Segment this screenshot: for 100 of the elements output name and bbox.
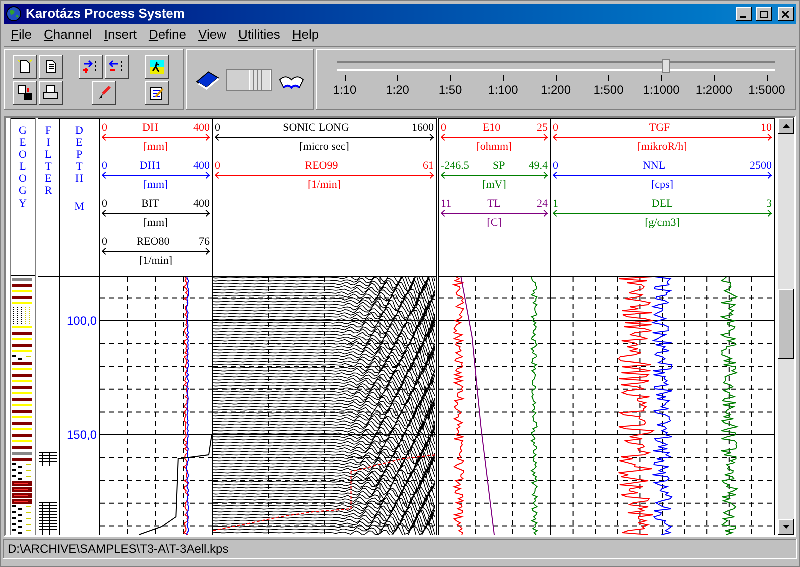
scale-min: 11 <box>441 198 452 210</box>
scale-max: 3 <box>766 198 772 210</box>
depth-label: 150,0 <box>66 429 97 441</box>
menu-item[interactable]: View <box>192 25 232 45</box>
scale-max: 10 <box>761 122 772 134</box>
scrollbar-thumb[interactable] <box>778 289 794 359</box>
insert-track-icon <box>83 58 99 74</box>
printer-icon <box>43 84 59 100</box>
menu-item[interactable]: Channel <box>38 25 98 45</box>
scale-max: 49.4 <box>528 160 548 172</box>
menu-item[interactable]: Insert <box>98 25 143 45</box>
scale-max: 400 <box>193 122 210 134</box>
down-arrow-icon <box>782 525 790 529</box>
printer-button[interactable] <box>39 80 63 104</box>
menu-item[interactable]: File <box>5 25 38 45</box>
scale-min: 0 <box>102 122 108 134</box>
scale-label: 1:10 <box>333 82 357 98</box>
curve-name: DH1 <box>140 160 162 172</box>
menu-item[interactable]: Utilities <box>232 25 286 45</box>
closed-book-icon <box>195 70 220 90</box>
scale-label: 1:2000 <box>696 82 733 98</box>
scale-min: 0 <box>553 122 558 134</box>
curve-name: NNL <box>642 160 666 172</box>
scale-min: 0 <box>102 236 108 248</box>
scale-min: 0 <box>553 160 558 172</box>
scale-max: 2500 <box>750 160 772 172</box>
scale-label: 1:50 <box>438 82 462 98</box>
curve-unit: [1/min] <box>308 179 341 192</box>
minimize-button[interactable] <box>736 7 752 21</box>
curve-unit: [mm] <box>144 141 168 154</box>
curve-name: REO80 <box>136 236 170 248</box>
curve-name: SONIC LONG <box>283 122 350 134</box>
scale-min: 0 <box>102 198 108 210</box>
insert-track-button[interactable] <box>79 54 103 78</box>
vertical-scrollbar[interactable] <box>778 118 794 535</box>
scale-label: 1:200 <box>540 82 572 98</box>
scale-max: 25 <box>536 122 548 134</box>
curve-unit: [mV] <box>482 179 506 192</box>
save-to-disk-button[interactable] <box>13 80 37 104</box>
menu-item[interactable]: Define <box>142 25 193 45</box>
curve-unit: [C] <box>487 217 502 230</box>
curve-name: DH <box>142 122 158 134</box>
depth-header: DEPTH <box>75 125 84 186</box>
scale-max: 76 <box>199 236 210 248</box>
curve-unit: [mikroR/h] <box>638 141 688 154</box>
curve-name: TL <box>488 198 502 210</box>
curve-name: E10 <box>482 122 501 134</box>
running-figure-icon <box>149 58 165 74</box>
close-icon <box>782 10 790 18</box>
paintbrush-button[interactable] <box>92 80 116 104</box>
running-figure-button[interactable] <box>145 54 169 78</box>
scale-max: 400 <box>193 160 210 172</box>
depth-label: 100,0 <box>66 315 97 327</box>
scale-min: 0 <box>102 160 108 172</box>
menu-item[interactable]: Help <box>286 25 326 45</box>
curve-name: BIT <box>142 198 160 210</box>
notepad-icon <box>149 84 165 100</box>
maximize-button[interactable] <box>756 7 772 21</box>
scale-label: 1:1000 <box>643 82 680 98</box>
globe-icon <box>6 6 22 22</box>
file-path: D:\ARCHIVE\SAMPLES\T3-A\T-3Aell.kps <box>8 541 229 558</box>
scale-min: 1 <box>553 198 558 210</box>
remove-track-button[interactable] <box>105 54 129 78</box>
depth-unit: M <box>74 200 84 216</box>
scale-label: 1:5000 <box>748 82 786 98</box>
notepad-button[interactable] <box>145 80 169 104</box>
curve-unit: [micro sec] <box>300 141 350 154</box>
up-arrow-icon <box>782 124 790 128</box>
page-toggle[interactable] <box>226 68 272 90</box>
maximize-icon <box>760 10 768 18</box>
save-to-disk-icon <box>17 84 33 100</box>
paintbrush-icon <box>96 84 112 100</box>
remove-track-icon <box>109 58 125 74</box>
new-document-button[interactable] <box>13 54 37 78</box>
geology-header: GEOLOGY <box>18 125 28 212</box>
document-button[interactable] <box>39 54 63 78</box>
curve-unit: [mm] <box>144 217 168 230</box>
scale-label: 1:100 <box>488 82 518 98</box>
close-button[interactable] <box>778 7 794 21</box>
curve-name: SP <box>492 160 506 172</box>
scale-label: 1:20 <box>386 82 410 98</box>
filter-header: FILTER <box>44 125 53 200</box>
curve-name: DEL <box>652 198 674 210</box>
curve-unit: [1/min] <box>140 255 172 268</box>
slider-thumb[interactable] <box>662 58 670 72</box>
window-title: Karotázs Process System <box>26 5 186 24</box>
scale-max: 24 <box>536 198 548 210</box>
scale-min: 0 <box>215 160 220 172</box>
curve-name: REO99 <box>305 160 338 172</box>
curve-name: TGF <box>649 122 670 134</box>
scale-min: -246.5 <box>441 160 470 172</box>
curve-unit: [mm] <box>144 179 168 192</box>
scale-min: 0 <box>441 122 446 134</box>
curve-unit: [g/cm3] <box>645 217 680 230</box>
new-document-icon <box>17 58 33 74</box>
scale-max: 1600 <box>412 122 434 134</box>
scale-max: 61 <box>423 160 434 172</box>
curve-unit: [cps] <box>652 179 674 192</box>
scale-label: 1:500 <box>594 82 624 98</box>
scale-max: 400 <box>193 198 210 210</box>
